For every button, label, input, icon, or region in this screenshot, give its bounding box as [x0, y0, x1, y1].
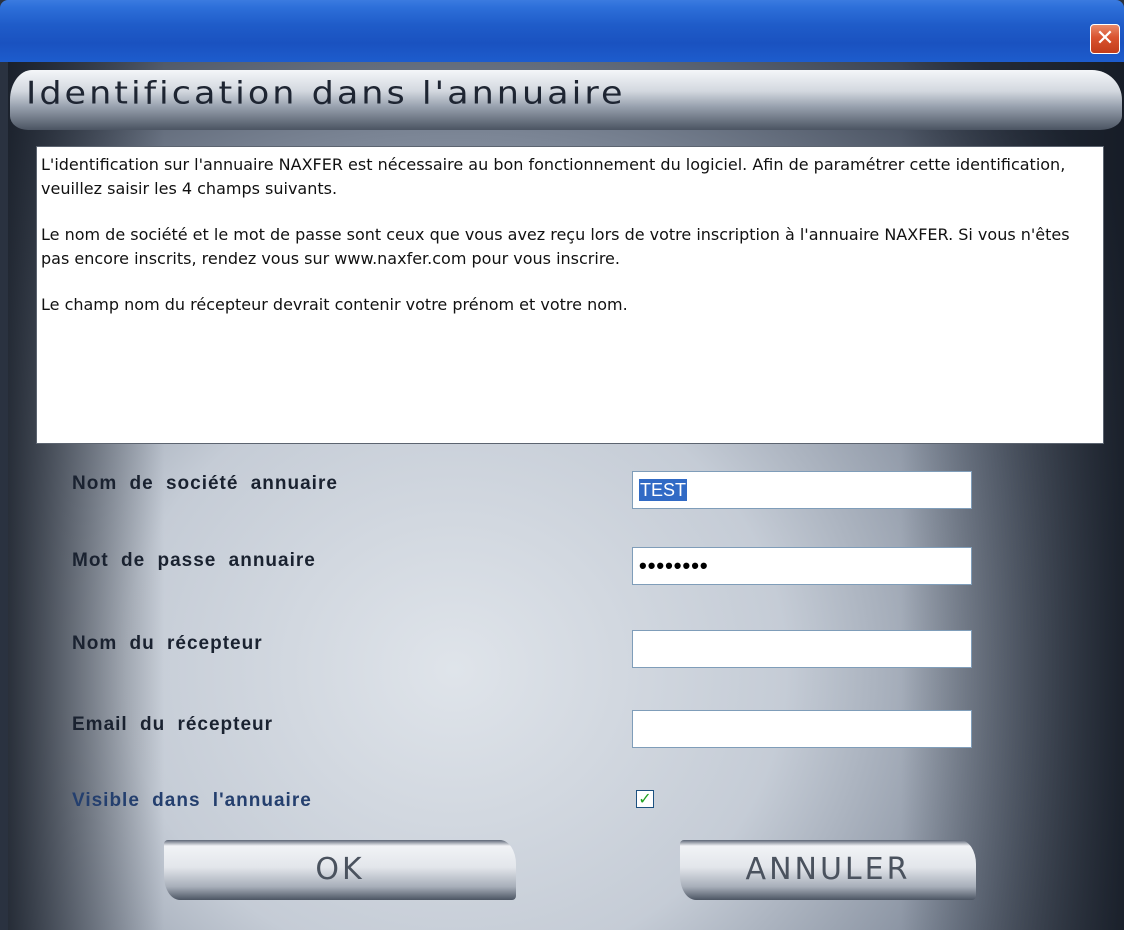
info-paragraph: L'identification sur l'annuaire NAXFER e…	[41, 155, 1066, 198]
visible-label: Visible dans l'annuaire	[72, 790, 312, 811]
ok-button[interactable]: OK	[164, 840, 516, 900]
info-text-box: L'identification sur l'annuaire NAXFER e…	[36, 146, 1104, 444]
receiver-name-label: Nom du récepteur	[72, 633, 263, 654]
check-icon: ✓	[638, 789, 652, 808]
dialog-window: ✕ Identification dans l'annuaire L'ident…	[0, 0, 1124, 930]
info-paragraph: Le champ nom du récepteur devrait conten…	[41, 295, 628, 314]
receiver-email-input[interactable]	[632, 710, 972, 748]
close-icon[interactable]: ✕	[1090, 24, 1120, 54]
cancel-button[interactable]: ANNULER	[680, 840, 976, 900]
dialog-body: Identification dans l'annuaire L'identif…	[8, 62, 1124, 930]
header-band: Identification dans l'annuaire	[10, 70, 1122, 130]
company-input-value: TEST	[639, 479, 688, 501]
info-paragraph: Le nom de société et le mot de passe son…	[41, 225, 1070, 268]
company-label: Nom de société annuaire	[72, 473, 338, 494]
receiver-email-label: Email du récepteur	[72, 714, 274, 735]
password-input[interactable]: ••••••••	[632, 547, 972, 585]
password-input-value: ••••••••	[639, 553, 709, 578]
title-bar[interactable]: ✕	[0, 0, 1124, 62]
dialog-title: Identification dans l'annuaire	[26, 76, 626, 112]
visible-checkbox[interactable]: ✓	[636, 790, 654, 808]
password-label: Mot de passe annuaire	[72, 550, 316, 571]
company-input[interactable]: TEST	[632, 471, 972, 509]
receiver-name-input[interactable]	[632, 630, 972, 668]
